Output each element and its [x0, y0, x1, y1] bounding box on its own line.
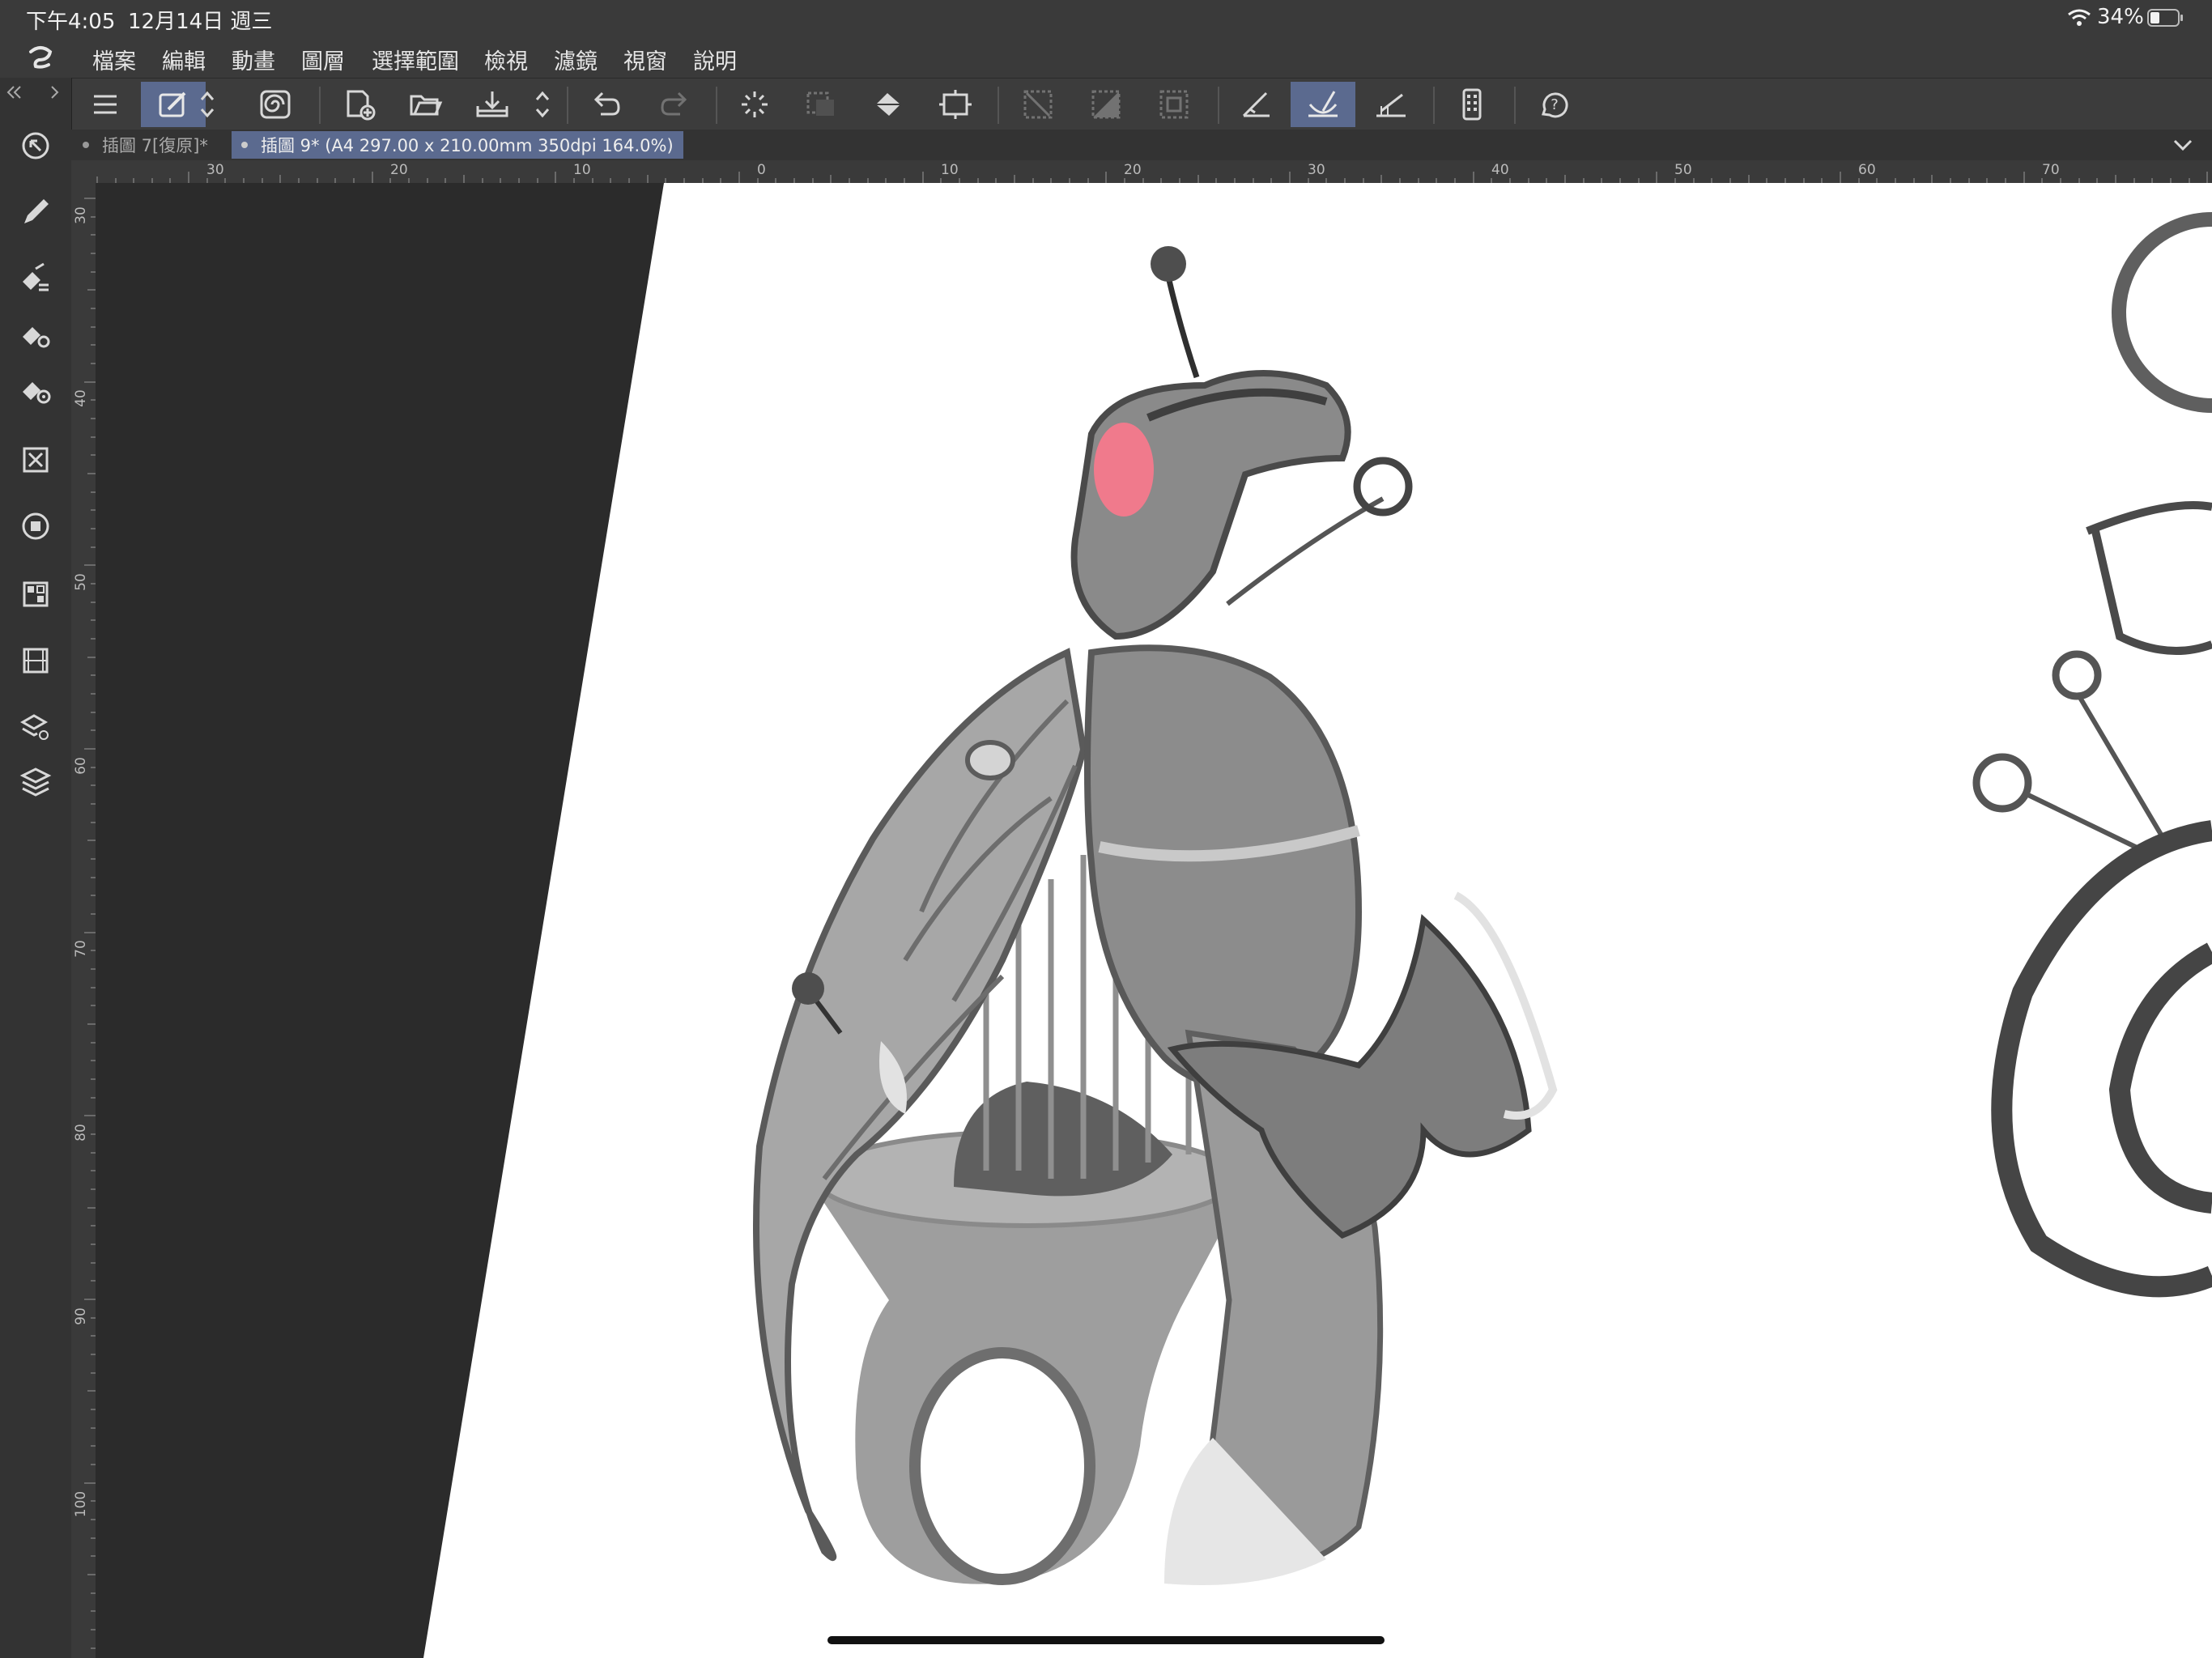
- horizontal-ruler: 30 20 10 0 10 20 30 40 50 60 70: [71, 160, 2212, 183]
- pen-icon[interactable]: [11, 188, 60, 236]
- svg-text:?: ?: [1551, 96, 1559, 113]
- ruler-label: 20: [1124, 162, 1142, 178]
- ruler-label: 10: [941, 162, 959, 178]
- double-chevron-left-icon[interactable]: [5, 84, 24, 104]
- ruler-label: 70: [72, 940, 89, 958]
- menu-bar: 檔案 編輯 動畫 圖層 選擇範圍 檢視 濾鏡 視窗 說明: [0, 39, 2212, 78]
- status-time: 下午4:05: [26, 10, 116, 34]
- redo-icon[interactable]: [641, 82, 706, 127]
- ruler-label: 100: [73, 1490, 90, 1518]
- help-icon[interactable]: ?: [1522, 82, 1587, 127]
- material-palette-icon[interactable]: [11, 570, 60, 619]
- eraser-settings-icon[interactable]: [11, 309, 60, 358]
- menu-layer[interactable]: 圖層: [301, 44, 345, 75]
- battery-percent: 34%: [2097, 5, 2144, 29]
- ruler-label: 10: [573, 162, 591, 178]
- ruler-label: 80: [72, 1124, 89, 1141]
- fill-bucket-icon[interactable]: [857, 82, 921, 127]
- ruler-label: 50: [72, 573, 89, 591]
- ruler-label: 60: [1858, 162, 1876, 178]
- color-picker-icon[interactable]: [11, 364, 60, 413]
- command-bar: ?: [0, 78, 2212, 131]
- loading-spinner-icon[interactable]: [722, 82, 787, 127]
- selection-icon[interactable]: [789, 82, 853, 127]
- menu-window[interactable]: 視窗: [623, 44, 667, 75]
- clip-studio-logo-icon[interactable]: [24, 44, 57, 76]
- timeline-icon[interactable]: [11, 636, 60, 685]
- layers-icon[interactable]: [11, 758, 60, 806]
- wifi-icon: [2067, 8, 2091, 31]
- status-bar: 下午4:05 12月14日 週三 34%: [0, 0, 2212, 39]
- tab-label: 插圖 9* (A4 297.00 x 210.00mm 350dpi 164.0…: [261, 136, 674, 155]
- spiral-brush-icon[interactable]: [243, 82, 308, 127]
- chevron-down-icon[interactable]: [2172, 136, 2194, 157]
- ruler-label: 40: [1491, 162, 1509, 178]
- document-tab-bar: 插圖 7[復原]* 插圖 9* (A4 297.00 x 210.00mm 35…: [71, 130, 2212, 160]
- ruler-label: 30: [206, 162, 224, 178]
- deselect-icon[interactable]: [1006, 82, 1070, 127]
- open-folder-icon[interactable]: [393, 82, 458, 127]
- tab-illustration-7[interactable]: 插圖 7[復原]*: [73, 131, 218, 159]
- menu-edit[interactable]: 編輯: [162, 44, 206, 75]
- new-canvas-icon[interactable]: [327, 82, 392, 127]
- menu-file[interactable]: 檔案: [92, 44, 136, 75]
- ruler-label: 50: [1674, 162, 1692, 178]
- invert-selection-icon[interactable]: [1074, 82, 1138, 127]
- chevron-right-icon[interactable]: [49, 84, 62, 104]
- eraser-brush-icon[interactable]: [11, 254, 60, 303]
- menu-filter[interactable]: 濾鏡: [554, 44, 598, 75]
- tab-illustration-9[interactable]: 插圖 9* (A4 297.00 x 210.00mm 350dpi 164.0…: [232, 131, 683, 159]
- canvas-workspace[interactable]: [96, 183, 2212, 1658]
- ruler-snap-icon[interactable]: [1224, 82, 1289, 127]
- drawing-canvas[interactable]: [96, 183, 2212, 1658]
- ruler-label: 70: [2042, 162, 2060, 178]
- vertical-ruler: 30 40 50 60 70 80 90 100: [71, 183, 96, 1658]
- status-date: 12月14日 週三: [128, 10, 273, 34]
- selection-border-icon[interactable]: [1142, 82, 1206, 127]
- up-down-arrows-icon[interactable]: [191, 82, 223, 127]
- ruler-label: 40: [72, 389, 89, 407]
- companion-device-icon[interactable]: [1440, 82, 1504, 127]
- left-tool-palette: [0, 78, 72, 1658]
- ruler-label: 0: [757, 162, 766, 178]
- hamburger-menu-icon[interactable]: [73, 82, 138, 127]
- layer-mask-icon[interactable]: [11, 436, 60, 484]
- save-tray-icon[interactable]: [460, 82, 525, 127]
- layer-properties-icon[interactable]: [11, 703, 60, 751]
- color-wheel-icon[interactable]: [11, 502, 60, 551]
- tab-label: 插圖 7[復原]*: [102, 136, 208, 155]
- menu-view[interactable]: 檢視: [484, 44, 528, 75]
- ruler-label: 90: [72, 1307, 89, 1325]
- ruler-label: 20: [390, 162, 408, 178]
- up-down-arrows-icon[interactable]: [526, 82, 559, 127]
- ruler-label: 60: [72, 757, 89, 775]
- undo-icon[interactable]: [575, 82, 640, 127]
- zoom-move-icon[interactable]: [11, 121, 60, 170]
- grid-snap-icon[interactable]: [1359, 82, 1423, 127]
- crop-transform-icon[interactable]: [923, 82, 988, 127]
- ruler-label: 30: [1308, 162, 1325, 178]
- home-indicator: [827, 1636, 1385, 1644]
- menu-animation[interactable]: 動畫: [232, 44, 275, 75]
- menu-help[interactable]: 說明: [693, 44, 737, 75]
- battery-icon: [2147, 8, 2184, 31]
- special-ruler-icon[interactable]: [1291, 82, 1355, 127]
- menu-selection[interactable]: 選擇範圍: [372, 44, 459, 75]
- ruler-label: 30: [72, 206, 89, 224]
